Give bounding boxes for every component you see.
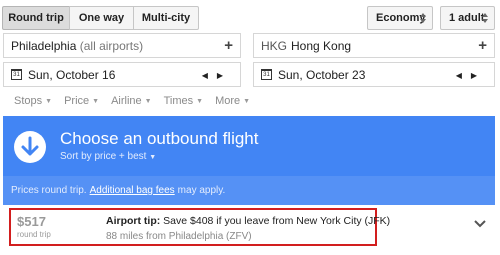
caret-down-icon: ▼ — [92, 97, 100, 105]
date-prev-next-icon[interactable]: ◀▶ — [202, 71, 232, 80]
cabin-class-select[interactable]: Economy — [367, 6, 433, 30]
trip-type-tabs: Round trip One way Multi-city — [2, 6, 199, 30]
down-arrow-icon — [14, 131, 46, 163]
origin-city: Philadelphia — [11, 38, 77, 53]
caret-down-icon: ▼ — [45, 97, 53, 105]
outbound-banner: Choose an outbound flight Sort by price … — [3, 116, 495, 205]
updown-arrows-icon — [482, 13, 488, 23]
departure-date-field[interactable]: 31 Sun, October 16 ◀▶ — [3, 62, 241, 87]
filter-price[interactable]: Price ▼ — [64, 95, 99, 107]
filter-airline[interactable]: Airline ▼ — [111, 95, 152, 107]
filter-more[interactable]: More ▼ — [215, 95, 250, 107]
cabin-class-label: Economy — [376, 12, 426, 24]
calendar-icon: 31 — [11, 69, 22, 80]
date-prev-next-icon[interactable]: ◀▶ — [456, 71, 486, 80]
airport-tip: Airport tip: Save $408 if you leave from… — [106, 215, 391, 227]
destination-city: Hong Kong — [291, 38, 352, 53]
return-date-field[interactable]: 31 Sun, October 23 ◀▶ — [253, 62, 495, 87]
passenger-label: 1 adult — [449, 12, 485, 24]
bag-fees-link[interactable]: Additional bag fees — [90, 185, 175, 196]
origin-field[interactable]: Philadelphia (all airports) + — [3, 33, 241, 58]
list-item[interactable]: $517 round trip Airport tip: Save $408 i… — [3, 207, 495, 249]
price-type: round trip — [17, 230, 51, 239]
chevron-down-icon[interactable] — [473, 219, 487, 229]
distance-note: 88 miles from Philadelphia (ZFV) — [106, 231, 252, 242]
passenger-select[interactable]: 1 adult — [440, 6, 495, 30]
add-destination-icon[interactable]: + — [478, 37, 487, 54]
price: $517 — [17, 214, 46, 229]
destination-field[interactable]: HKG Hong Kong + — [253, 33, 495, 58]
filter-stops[interactable]: Stops ▼ — [14, 95, 52, 107]
caret-down-icon: ▼ — [243, 97, 251, 105]
tab-multi-city[interactable]: Multi-city — [133, 6, 199, 30]
price-note: Prices round trip. Additional bag fees m… — [3, 176, 495, 205]
add-origin-icon[interactable]: + — [224, 37, 233, 54]
calendar-icon: 31 — [261, 69, 272, 80]
departure-date: Sun, October 16 — [28, 67, 116, 82]
caret-down-icon: ▼ — [149, 154, 157, 161]
updown-arrows-icon — [420, 13, 426, 23]
filter-bar: Stops ▼ Price ▼ Airline ▼ Times ▼ More ▼ — [14, 95, 262, 107]
tab-one-way[interactable]: One way — [69, 6, 134, 30]
caret-down-icon: ▼ — [144, 97, 152, 105]
origin-detail: (all airports) — [79, 38, 144, 53]
banner-title: Choose an outbound flight — [60, 129, 259, 148]
sort-dropdown[interactable]: Sort by price + best ▼ — [60, 151, 156, 162]
destination-code: HKG — [261, 38, 288, 53]
tab-round-trip[interactable]: Round trip — [2, 6, 70, 30]
caret-down-icon: ▼ — [196, 97, 204, 105]
filter-times[interactable]: Times ▼ — [164, 95, 203, 107]
return-date: Sun, October 23 — [278, 67, 366, 82]
